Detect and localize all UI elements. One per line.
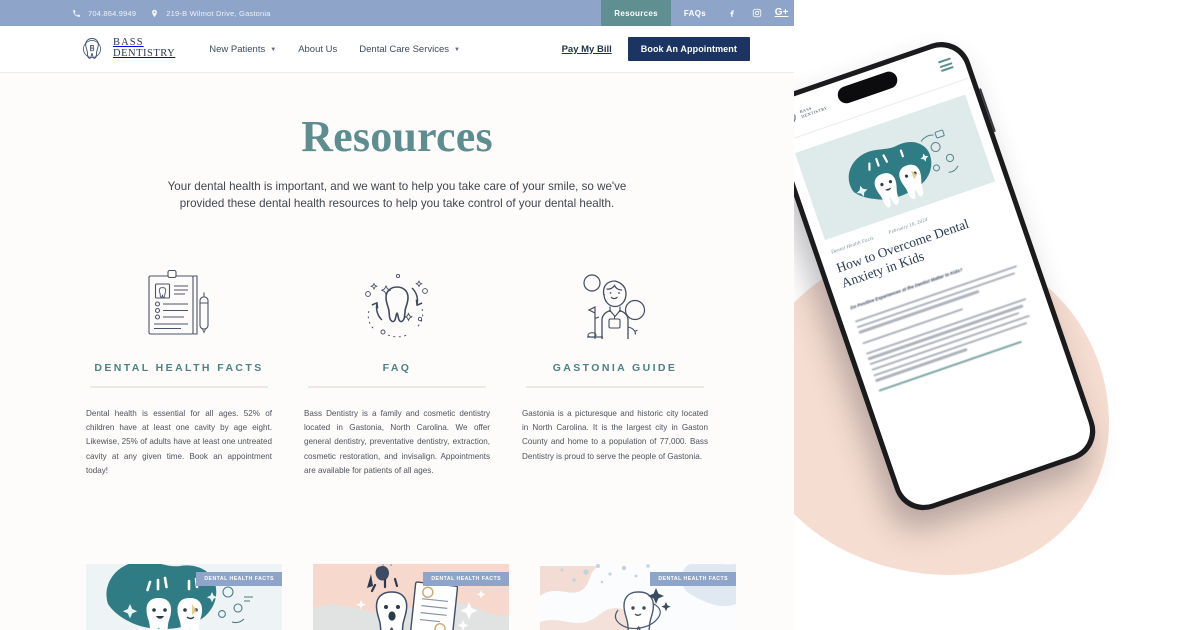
blog-card[interactable]: DENTAL HEALTH FACTS xyxy=(86,564,282,630)
phone-number: 704.864.9949 xyxy=(88,8,137,18)
resource-column-gastonia-guide[interactable]: GASTONIA GUIDE Gastonia is a picturesque… xyxy=(522,261,708,465)
phone-device-wrapper: BASS DENTISTRY Dental Health Facts Febru… xyxy=(794,14,1173,575)
page-root: 704.864.9949 219-B Wilmot Drive, Gastoni… xyxy=(0,0,1200,630)
phone-device: BASS DENTISTRY Dental Health Facts Febru… xyxy=(794,33,1104,519)
column-title: DENTAL HEALTH FACTS xyxy=(94,361,264,374)
book-appointment-button[interactable]: Book An Appointment xyxy=(627,37,750,61)
blog-card[interactable]: DENTAL HEALTH FACTS xyxy=(313,564,509,630)
column-body: Bass Dentistry is a family and cosmetic … xyxy=(304,408,490,476)
utility-topbar: 704.864.9949 219-B Wilmot Drive, Gastoni… xyxy=(0,0,794,26)
tooth-refresh-arrows-icon xyxy=(304,261,490,341)
column-body: Dental health is essential for all ages.… xyxy=(86,408,272,476)
phone-screen: BASS DENTISTRY Dental Health Facts Febru… xyxy=(794,40,1098,512)
google-plus-glyph: G+ xyxy=(774,7,789,18)
column-divider xyxy=(526,385,704,388)
nav-item-new-patients-label: New Patients xyxy=(209,43,266,55)
phone-brand-text: BASS DENTISTRY xyxy=(799,102,828,119)
blog-card-row: DENTAL HEALTH FACTS DENTAL HEALTH FACTS … xyxy=(86,564,736,630)
nav-item-about-us-label: About Us xyxy=(298,43,338,55)
nav-item-dental-care-services-label: Dental Care Services xyxy=(359,43,450,55)
hamburger-menu-icon[interactable] xyxy=(938,57,954,72)
topbar-link-faqs[interactable]: FAQs xyxy=(671,0,719,26)
column-divider xyxy=(308,385,486,388)
resource-column-faq[interactable]: FAQ Bass Dentistry is a family and cosme… xyxy=(304,261,490,479)
column-title: FAQ xyxy=(382,361,412,374)
main-navbar: BASS DENTISTRY New Patients ▼ About Us D… xyxy=(0,26,794,73)
chevron-down-icon: ▼ xyxy=(454,47,460,53)
clipboard-dental-chart-icon xyxy=(86,261,272,341)
blog-card[interactable]: DENTAL HEALTH FACTS xyxy=(540,564,736,630)
topbar-link-resources[interactable]: Resources xyxy=(601,0,671,26)
instagram-icon[interactable] xyxy=(744,0,769,26)
column-body: Gastonia is a picturesque and historic c… xyxy=(522,408,708,461)
topbar-contact-group: 704.864.9949 219-B Wilmot Drive, Gastoni… xyxy=(0,9,271,18)
phone-icon xyxy=(72,9,81,18)
nav-item-about-us[interactable]: About Us xyxy=(298,44,337,55)
facebook-icon[interactable] xyxy=(719,0,744,26)
nav-item-dental-care-services[interactable]: Dental Care Services ▼ xyxy=(359,44,460,55)
phone-brand-logo[interactable]: BASS DENTISTRY xyxy=(794,100,829,126)
hero-section: Resources Your dental health is importan… xyxy=(0,73,794,213)
nav-links: New Patients ▼ About Us Dental Care Serv… xyxy=(209,44,460,55)
google-plus-icon[interactable]: G+ xyxy=(769,0,794,26)
hero-subtitle: Your dental health is important, and we … xyxy=(167,180,627,210)
phone-contact[interactable]: 704.864.9949 xyxy=(72,9,136,18)
card-category-badge: DENTAL HEALTH FACTS xyxy=(650,572,736,586)
resource-column-dental-health-facts[interactable]: DENTAL HEALTH FACTS Dental health is ess… xyxy=(86,261,272,479)
topbar-links-group: Resources FAQs G+ xyxy=(601,0,794,26)
brand-line-2: DENTISTRY xyxy=(113,48,176,59)
bass-dentistry-tooth-logo-icon xyxy=(78,35,106,63)
card-category-badge: DENTAL HEALTH FACTS xyxy=(423,572,509,586)
tour-guide-person-icon xyxy=(522,261,708,341)
column-divider xyxy=(90,385,268,388)
website-preview: 704.864.9949 219-B Wilmot Drive, Gastoni… xyxy=(0,0,794,630)
address-text: 219-B Wilmot Drive, Gastonia xyxy=(166,8,271,18)
column-title: GASTONIA GUIDE xyxy=(552,361,678,374)
map-pin-icon xyxy=(150,9,159,18)
pay-my-bill-link[interactable]: Pay My Bill xyxy=(562,44,612,55)
phone-mockup-panel: BASS DENTISTRY Dental Health Facts Febru… xyxy=(794,0,1200,630)
brand-text: BASS DENTISTRY xyxy=(113,38,175,59)
nav-actions: Pay My Bill Book An Appointment xyxy=(562,37,750,61)
resource-columns: DENTAL HEALTH FACTS Dental health is ess… xyxy=(0,261,794,479)
card-category-badge: DENTAL HEALTH FACTS xyxy=(196,572,282,586)
nav-item-new-patients[interactable]: New Patients ▼ xyxy=(209,44,276,55)
address-contact[interactable]: 219-B Wilmot Drive, Gastonia xyxy=(150,9,270,18)
page-title: Resources xyxy=(301,112,493,161)
brand-logo[interactable]: BASS DENTISTRY xyxy=(78,35,175,63)
chevron-down-icon: ▼ xyxy=(270,47,277,53)
